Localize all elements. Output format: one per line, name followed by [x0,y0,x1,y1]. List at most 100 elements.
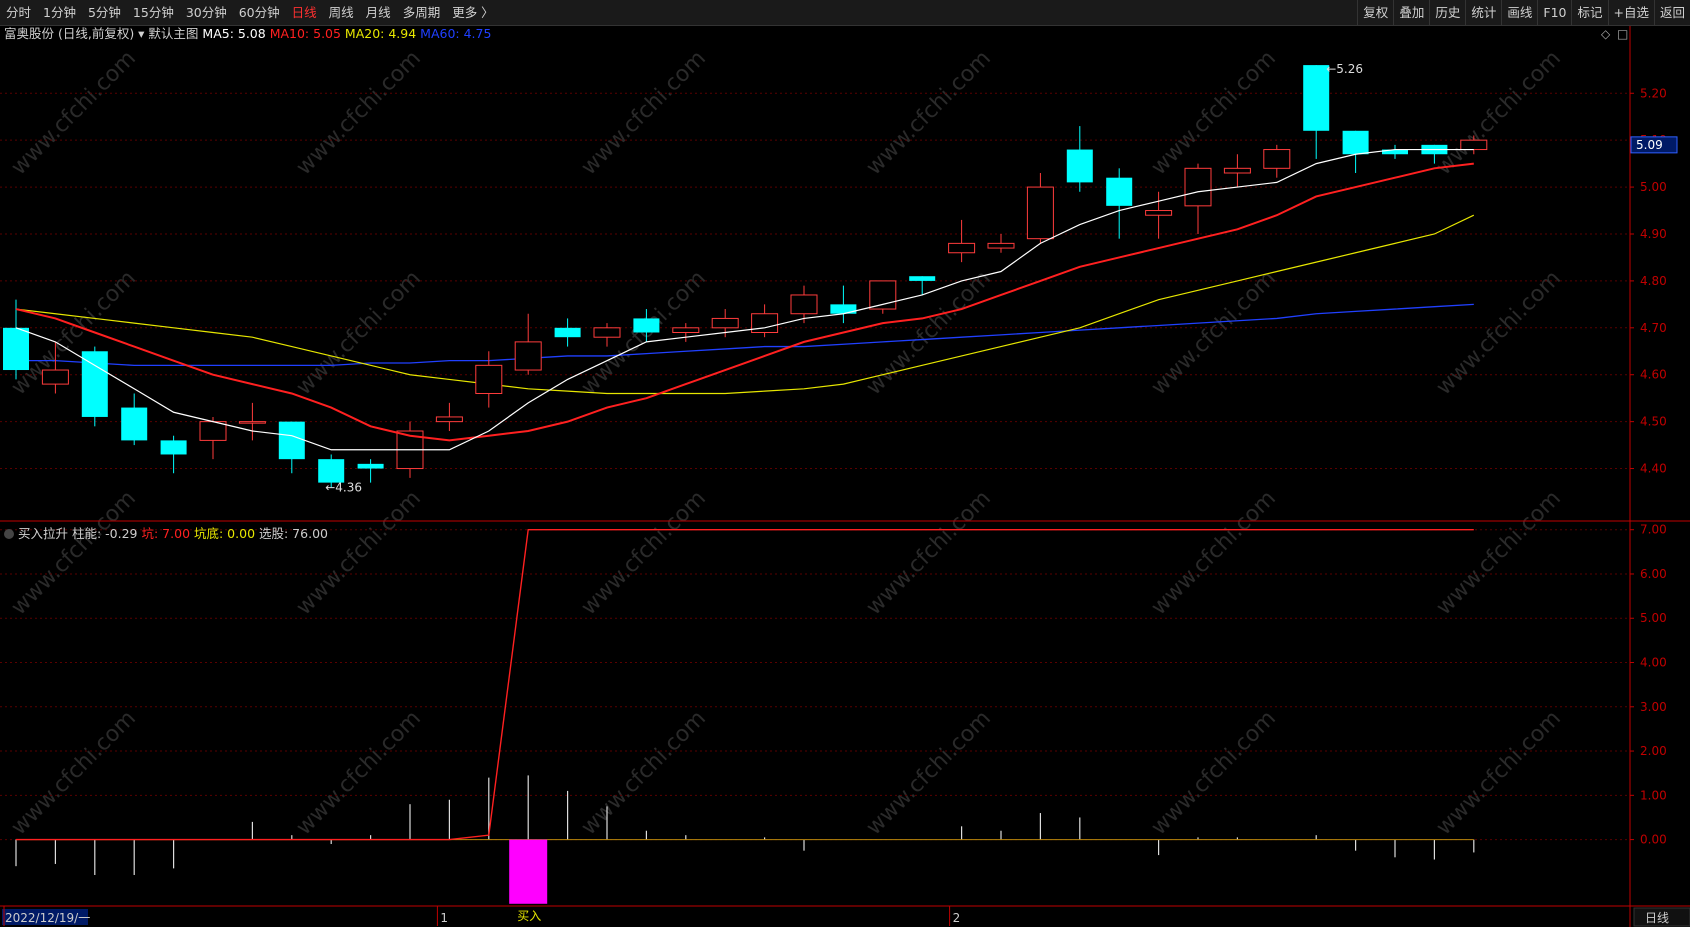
ma-legend-1: MA10: 5.05 [270,26,345,41]
candle-body-17 [672,327,700,334]
period-tab-0[interactable]: 分时 [0,0,37,26]
ind-tick-label-4: 3.00 [1640,700,1667,714]
date-label-1: 1 [440,911,448,925]
period-tab-7[interactable]: 周线 [323,0,360,26]
period-indicator-label: 日线 [1645,911,1669,925]
watermark-text-5: www.cfchi.com [1432,46,1566,180]
period-tab-4[interactable]: 30分钟 [180,0,233,26]
low-price-annotation: ←4.36 [325,480,362,494]
watermark-text-15: www.cfchi.com [862,486,996,620]
stock-name-label: 富奥股份 (日线,前复权) ▾ [4,26,148,41]
ind-tick-label-7: 0.00 [1640,833,1667,847]
current-price-label: 5.09 [1636,138,1663,152]
price-tick-label-4: 4.80 [1640,274,1667,288]
candle-body-24 [948,242,976,254]
watermark-text-7: www.cfchi.com [292,266,426,400]
candle-body-9 [357,463,384,469]
tool-button-6[interactable]: 标记 [1571,0,1607,26]
candle-body-15 [593,327,621,338]
ind-tick-label-3: 4.00 [1640,656,1667,670]
main-legend-text: 富奥股份 (日线,前复权) ▾ 默认主图 MA5: 5.08 MA10: 5.0… [4,26,491,41]
price-tick-label-8: 4.40 [1640,462,1667,476]
kang-line [16,529,1474,841]
period-tab-3[interactable]: 15分钟 [127,0,180,26]
candle-body-8 [318,459,345,483]
tool-button-4[interactable]: 画线 [1501,0,1537,26]
candle-body-18 [711,317,739,329]
tool-button-0[interactable]: 复权 [1357,0,1393,26]
watermark-layer: www.cfchi.com www.cfchi.com www.cfchi.com w… [7,46,1566,840]
legend-layer: 富奥股份 (日线,前复权) ▾ 默认主图 MA5: 5.08 MA10: 5.0… [4,26,1628,541]
candle-body-23 [909,276,936,281]
period-tab-6[interactable]: 日线 [286,0,323,26]
period-tab-2[interactable]: 5分钟 [82,0,127,26]
candle-body-12 [475,364,503,394]
indicator-legend-1: 坑: 7.00 [142,526,195,541]
candle-body-3 [121,407,148,441]
candle-body-2 [81,351,108,417]
ma-legend-0: MA5: 5.08 [202,26,269,41]
ind-tick-label-1: 6.00 [1640,567,1667,581]
price-tick-label-2: 5.00 [1640,180,1667,194]
buy-signal-bar [509,839,548,904]
ind-tick-label-2: 5.00 [1640,611,1667,625]
indicator-name-label: 买入拉升 [18,526,72,541]
candle-body-28 [1106,177,1133,206]
watermark-text-12: www.cfchi.com [7,486,141,620]
period-tab-5[interactable]: 60分钟 [233,0,286,26]
period-tab-9[interactable]: 多周期 [397,0,447,26]
candle-body-19 [751,313,779,334]
candle-body-0 [3,327,29,371]
price-tick-label-7: 4.50 [1640,415,1667,429]
indicator-legend-2: 坑底: 0.00 [194,526,259,541]
candle-body-27 [1066,149,1093,183]
price-tick-label-5: 4.70 [1640,321,1667,335]
toolbar: 分时 1分钟 5分钟 15分钟 30分钟 60分钟 日线 周线 月线 多周期 更多 〉 复权 叠加 历史… [0,0,1690,26]
watermark-text-18: www.cfchi.com [7,706,141,840]
tool-button-2[interactable]: 历史 [1429,0,1465,26]
period-tabs: 分时 1分钟 5分钟 15分钟 30分钟 60分钟 日线 周线 月线 多周期 更多 〉 [0,0,500,26]
tool-button-5[interactable]: F10 [1537,0,1571,26]
price-tick-label-6: 4.60 [1640,368,1667,382]
price-axis: 5.205.105.004.904.804.704.604.504.407.00… [2,86,1690,927]
tool-button-3[interactable]: 统计 [1465,0,1501,26]
watermark-text-14: www.cfchi.com [577,486,711,620]
watermark-text-4: www.cfchi.com [1147,46,1281,180]
candle-body-32 [1263,149,1291,169]
square-icon: □ [1617,27,1628,41]
watermark-text-22: www.cfchi.com [1147,706,1281,840]
tool-button-7[interactable]: +自选 [1607,0,1654,26]
watermark-text-20: www.cfchi.com [577,706,711,840]
candle-body-7 [278,421,305,460]
candle-body-13 [514,341,542,371]
watermark-text-21: www.cfchi.com [862,706,996,840]
price-tick-label-3: 4.90 [1640,227,1667,241]
candle-body-20 [790,294,818,315]
main-template-label: 默认主图 [148,26,202,41]
watermark-text-3: www.cfchi.com [862,46,996,180]
candle-body-14 [554,327,581,338]
candle-body-4 [160,440,187,455]
watermark-text-11: www.cfchi.com [1432,266,1566,400]
candle-body-25 [987,242,1015,249]
candle-body-34 [1342,130,1369,155]
tool-button-1[interactable]: 叠加 [1393,0,1429,26]
watermark-text-13: www.cfchi.com [292,486,426,620]
watermark-text-0: www.cfchi.com [7,46,141,180]
tool-buttons: 复权 叠加 历史 统计 画线 F10 标记 +自选 返回 [1357,0,1690,26]
ma-legend-3: MA60: 4.75 [420,26,491,41]
watermark-text-1: www.cfchi.com [292,46,426,180]
collapse-indicator-icon [4,529,14,539]
period-tab-8[interactable]: 月线 [360,0,397,26]
watermark-text-19: www.cfchi.com [292,706,426,840]
stock-chart: www.cfchi.com www.cfchi.com www.cfchi.com w… [0,26,1690,927]
watermark-text-2: www.cfchi.com [577,46,711,180]
tool-button-8[interactable]: 返回 [1653,0,1690,26]
period-tab-1[interactable]: 1分钟 [37,0,82,26]
candle-body-37 [1460,139,1488,151]
period-tab-10[interactable]: 更多 〉 [446,0,499,26]
candle-body-11 [435,416,463,423]
candle-body-30 [1184,167,1212,207]
candle-body-5 [199,421,227,441]
candle-body-29 [1145,210,1173,216]
